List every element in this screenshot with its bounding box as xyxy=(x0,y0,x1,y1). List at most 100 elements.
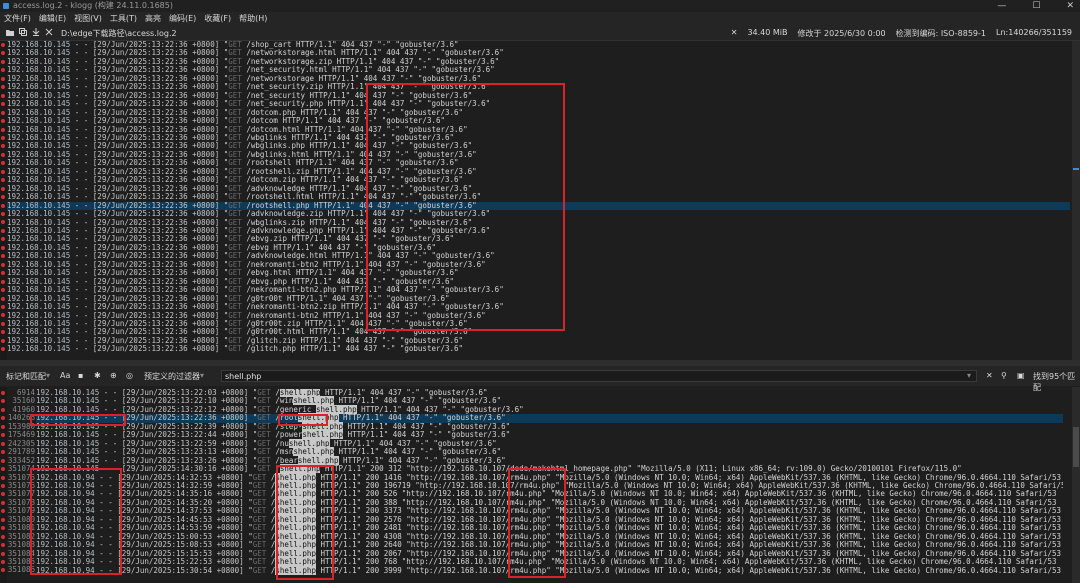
menu-view[interactable]: 视图(V) xyxy=(70,13,106,24)
line-mark-icon[interactable] xyxy=(1,237,5,242)
follow-icon[interactable] xyxy=(32,28,40,36)
match-highlight: shell.php xyxy=(275,506,316,516)
regex-icon[interactable]: ▪ xyxy=(78,371,83,380)
line-mark-icon[interactable] xyxy=(1,220,5,225)
highlight-icon[interactable]: ◎ xyxy=(126,371,133,380)
filter-scrollbar[interactable] xyxy=(1072,387,1080,583)
client-ip: 192.168.10.94 xyxy=(36,565,95,575)
line-mark-icon[interactable] xyxy=(1,321,5,326)
line-mark-icon[interactable] xyxy=(1,186,5,191)
status-bar: D:\edge下载路径\access.log.2 ✕ 34.40 MiB 修改于… xyxy=(0,25,1080,41)
line-mark-icon[interactable] xyxy=(1,51,5,56)
line-mark-icon[interactable] xyxy=(1,195,5,200)
menu-file[interactable]: 文件(F) xyxy=(0,13,35,24)
line-mark-icon[interactable] xyxy=(1,271,5,276)
line-mark-icon[interactable] xyxy=(1,76,5,81)
line-position: Ln:140266/351159 xyxy=(996,28,1072,37)
line-number: 351086 xyxy=(7,565,35,575)
inverse-icon[interactable]: ✱ xyxy=(94,371,101,380)
dropdown-icon[interactable]: ▾ xyxy=(46,371,50,380)
match-highlight: shell.php xyxy=(275,565,316,575)
line-mark-icon[interactable] xyxy=(1,203,5,208)
line-mark-icon[interactable] xyxy=(1,135,5,140)
line-mark-icon[interactable] xyxy=(1,254,5,259)
line-mark-icon[interactable] xyxy=(1,110,5,115)
line-mark-icon[interactable] xyxy=(1,85,5,90)
main-scrollbar[interactable] xyxy=(1072,41,1080,360)
http-method: GET xyxy=(252,565,267,575)
dropdown-icon-2[interactable]: ▾ xyxy=(200,371,204,380)
match-highlight: shell.php xyxy=(275,557,316,567)
line-mark-icon[interactable] xyxy=(1,330,5,335)
menu-tools[interactable]: 工具(T) xyxy=(106,13,141,24)
menu-encoding[interactable]: 编码(E) xyxy=(165,13,200,24)
main-gutter xyxy=(0,41,7,360)
main-log-view[interactable]: 192.168.10.145 - - [29/Jun/2025:13:22:36… xyxy=(7,41,1070,360)
line-mark-icon[interactable] xyxy=(1,152,5,157)
http-method: GET xyxy=(228,344,242,354)
boolean-icon[interactable]: ⊕ xyxy=(110,371,117,380)
title-bar: access.log.2 - klogg (构建 24.11.0.1685) —… xyxy=(0,0,1080,12)
menu-bar: 文件(F) 编辑(E) 视图(V) 工具(T) 高亮 编码(E) 收藏(F) 帮… xyxy=(0,12,1080,25)
match-highlight: shell.php xyxy=(275,540,316,550)
line-mark-icon[interactable] xyxy=(1,169,5,174)
lock-icon[interactable]: ▣ xyxy=(1017,371,1025,380)
line-mark-icon[interactable] xyxy=(1,279,5,284)
line-mark-icon[interactable] xyxy=(1,304,5,309)
line-mark-icon[interactable] xyxy=(1,347,5,352)
predefined-filters-select[interactable]: 预定义的过滤器 xyxy=(144,371,200,382)
line-mark-icon[interactable] xyxy=(1,93,5,98)
open-file-icon[interactable] xyxy=(6,28,14,36)
file-path: D:\edge下载路径\access.log.2 xyxy=(61,29,177,38)
menu-favorites[interactable]: 收藏(F) xyxy=(200,13,235,24)
line-mark-icon[interactable] xyxy=(1,228,5,233)
match-highlight: shell.php xyxy=(275,523,316,533)
line-mark-icon[interactable] xyxy=(1,245,5,250)
search-icon[interactable]: ⚲ xyxy=(1001,371,1007,380)
close-file-icon[interactable]: ✕ xyxy=(731,28,738,39)
line-mark-icon[interactable] xyxy=(1,262,5,267)
line-mark-icon[interactable] xyxy=(1,288,5,293)
line-mark-icon[interactable] xyxy=(1,127,5,132)
close-button[interactable]: ✕ xyxy=(1066,0,1074,12)
scroll-position-marker xyxy=(1073,168,1079,170)
line-mark-icon[interactable] xyxy=(1,338,5,343)
line-mark-icon[interactable] xyxy=(1,161,5,166)
client-ip: 192.168.10.145 xyxy=(7,344,71,354)
filtered-line[interactable]: 192.168.10.94 - - [29/Jun/2025:15:30:54 … xyxy=(36,565,1063,575)
file-size: 34.40 MiB xyxy=(747,28,788,37)
history-dropdown-icon[interactable]: ▾ xyxy=(967,371,971,380)
match-highlight: shell.php xyxy=(279,464,321,474)
line-mark-icon[interactable] xyxy=(1,296,5,301)
minimize-button[interactable]: — xyxy=(997,0,1006,12)
search-input[interactable]: shell.php xyxy=(221,370,977,382)
stop-icon[interactable] xyxy=(45,28,53,36)
klogg-app-icon xyxy=(3,3,9,9)
menu-help[interactable]: 帮助(H) xyxy=(235,13,271,24)
encoding-label: 检测到编码: ISO-8859-1 xyxy=(895,29,986,38)
filtered-log-view[interactable]: 192.168.10.145 - - [29/Jun/2025:13:22:03… xyxy=(36,389,1063,583)
timestamp: [29/Jun/2025:13:22:36 +0800] xyxy=(92,344,220,354)
line-mark-icon[interactable] xyxy=(1,43,5,47)
line-mark-icon[interactable] xyxy=(1,59,5,64)
match-highlight: shell.php xyxy=(297,413,339,423)
line-mark-icon[interactable] xyxy=(1,313,5,318)
copy-icon[interactable] xyxy=(19,28,27,36)
log-line[interactable]: 192.168.10.145 - - [29/Jun/2025:13:22:36… xyxy=(7,344,1070,354)
clear-search-icon[interactable]: ✕ xyxy=(986,371,993,380)
line-mark-icon[interactable] xyxy=(1,212,5,216)
case-sensitive-toggle[interactable]: Aa xyxy=(60,371,70,380)
menu-edit[interactable]: 编辑(E) xyxy=(35,13,70,24)
line-mark-icon[interactable] xyxy=(1,178,5,183)
scroll-thumb[interactable] xyxy=(1073,427,1079,467)
maximize-button[interactable]: ☐ xyxy=(1032,0,1040,12)
filter-toolbar: 标记和匹配 ▾ Aa ▪ ✱ ⊕ ◎ 预定义的过滤器 ▾ shell.php ▾… xyxy=(0,366,1080,392)
line-numbers: 6914 35160 41960 140266 153980 175469 242305 29… xyxy=(0,389,36,583)
line-mark-icon[interactable] xyxy=(1,119,5,124)
line-mark-icon[interactable] xyxy=(1,102,5,107)
request: /glitch.php HTTP/1.1" 404 437 "-" "gobus… xyxy=(246,344,464,354)
line-mark-icon[interactable] xyxy=(1,144,5,149)
line-mark-icon[interactable] xyxy=(1,68,5,73)
menu-highlight[interactable]: 高亮 xyxy=(141,13,165,24)
match-mode-select[interactable]: 标记和匹配 xyxy=(6,371,46,382)
